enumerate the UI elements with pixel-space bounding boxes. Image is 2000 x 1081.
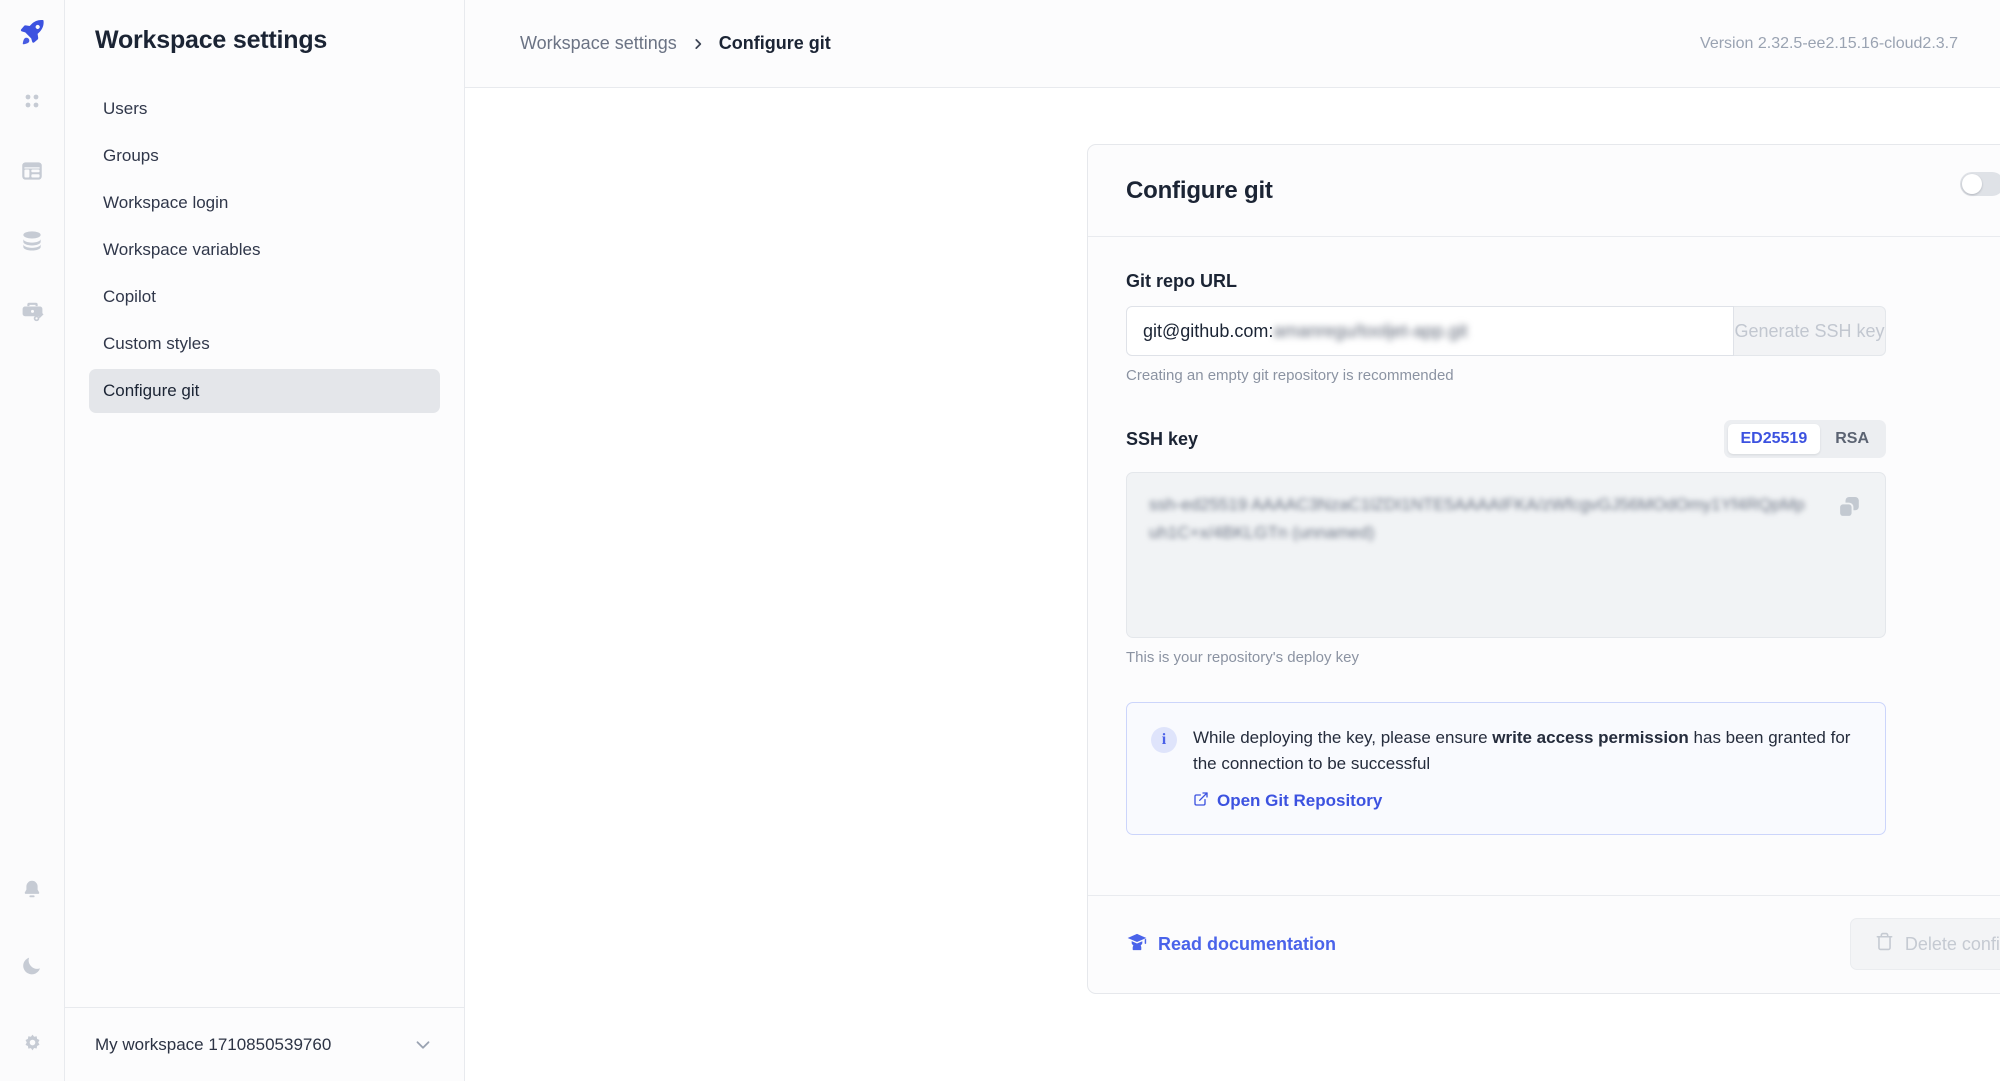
open-git-repository-link[interactable]: Open Git Repository [1193,791,1861,812]
sidebar-item-groups[interactable]: Groups [89,134,440,178]
ssh-key-type-rsa[interactable]: RSA [1822,424,1882,454]
info-content: While deploying the key, please ensure w… [1193,725,1861,812]
external-link-icon [1193,791,1209,812]
git-repo-url-input[interactable]: git@github.com:amanregu/tooljet-app.git [1126,306,1734,356]
card-footer: Read documentation Delete configuration [1088,895,2000,993]
ssh-key-type-segmented: ED25519 RSA [1724,420,1887,458]
read-documentation-label: Read documentation [1158,934,1336,955]
card-header: Configure git Connect Enable it to sync … [1088,145,2000,237]
rocket-icon[interactable] [15,14,49,48]
main-area: Workspace settings Configure git Version… [465,0,2000,1081]
database-icon[interactable] [15,224,49,258]
configure-git-card: Configure git Connect Enable it to sync … [1087,144,2000,994]
delete-configuration-button[interactable]: Delete configuration [1850,918,2000,970]
ssh-key-label: SSH key [1126,429,1198,450]
sidebar-item-label: Configure git [103,381,199,401]
generate-ssh-key-label: Generate SSH key [1734,321,1884,342]
content-area: Configure git Connect Enable it to sync … [465,88,2000,1081]
git-url-visible-part: git@github.com: [1143,321,1273,342]
info-callout: i While deploying the key, please ensure… [1126,702,1886,835]
read-documentation-link[interactable]: Read documentation [1126,931,1336,958]
ssh-key-value: ssh-ed25519 AAAAC3NzaC1lZDI1NTE5AAAAIFKA… [1149,491,1809,547]
info-text-bold: write access permission [1492,728,1689,747]
app-root: Workspace settings Users Groups Workspac… [0,0,2000,1081]
ssh-key-box[interactable]: ssh-ed25519 AAAAC3NzaC1lZDI1NTE5AAAAIFKA… [1126,472,1886,638]
icon-rail [0,0,65,1081]
ssh-key-hint: This is your repository's deploy key [1126,649,2000,666]
sidebar-item-configure-git[interactable]: Configure git [89,369,440,413]
ssh-key-type-ed25519[interactable]: ED25519 [1728,424,1821,454]
topbar: Workspace settings Configure git Version… [465,0,2000,88]
ssh-key-type-label: ED25519 [1741,430,1808,448]
connect-control: Connect Enable it to sync data within ap… [1960,164,2000,218]
sidebar-item-workspace-variables[interactable]: Workspace variables [89,228,440,272]
ssh-key-type-label: RSA [1835,430,1869,448]
delete-configuration-label: Delete configuration [1905,934,2000,955]
copy-icon[interactable] [1835,493,1863,526]
sidebar-item-label: Groups [103,146,159,166]
moon-icon[interactable] [15,949,49,983]
card-body: Git repo URL git@github.com:amanregu/too… [1088,237,2000,895]
breadcrumb-parent[interactable]: Workspace settings [520,33,677,54]
settings-sidebar: Workspace settings Users Groups Workspac… [65,0,465,1081]
info-icon: i [1151,727,1177,753]
breadcrumb: Workspace settings Configure git [520,33,831,54]
info-text: While deploying the key, please ensure w… [1193,725,1861,778]
footer-actions: Delete configuration Finalize setup [1850,918,2000,970]
git-repo-url-row: git@github.com:amanregu/tooljet-app.git … [1126,306,1886,356]
breadcrumb-current: Configure git [719,33,831,54]
apps-grid-icon[interactable] [15,84,49,118]
sidebar-item-label: Users [103,99,147,119]
git-url-redacted-part: amanregu/tooljet-app.git [1273,321,1467,342]
icon-rail-top [15,0,49,328]
dashboard-layout-icon[interactable] [15,154,49,188]
icon-rail-bottom [15,873,49,1081]
workspace-switcher[interactable]: My workspace 1710850539760 [65,1007,464,1081]
gear-icon[interactable] [15,1025,49,1059]
sidebar-item-workspace-login[interactable]: Workspace login [89,181,440,225]
sidebar-nav: Users Groups Workspace login Workspace v… [65,87,464,416]
chevron-down-icon [412,1034,434,1056]
info-text-before: While deploying the key, please ensure [1193,728,1492,747]
git-repo-url-label: Git repo URL [1126,271,2000,292]
trash-icon [1875,932,1894,956]
sidebar-item-label: Custom styles [103,334,210,354]
workspace-name: My workspace 1710850539760 [95,1035,331,1055]
sidebar-title: Workspace settings [65,0,464,55]
toggle-knob [1962,174,1982,194]
sidebar-item-label: Copilot [103,287,156,307]
ssh-key-header: SSH key ED25519 RSA [1126,420,1886,458]
sidebar-item-custom-styles[interactable]: Custom styles [89,322,440,366]
open-git-repository-label: Open Git Repository [1217,791,1382,811]
toolkit-icon[interactable] [15,294,49,328]
graduation-cap-icon [1126,931,1148,958]
connect-toggle[interactable] [1960,172,2000,196]
sidebar-item-users[interactable]: Users [89,87,440,131]
sidebar-spacer [65,416,464,1007]
card-title: Configure git [1126,177,1273,205]
sidebar-item-label: Workspace variables [103,240,260,260]
git-repo-url-hint: Creating an empty git repository is reco… [1126,367,2000,384]
bell-icon[interactable] [15,873,49,907]
chevron-right-icon [691,37,705,51]
generate-ssh-key-button[interactable]: Generate SSH key [1734,306,1886,356]
sidebar-item-copilot[interactable]: Copilot [89,275,440,319]
sidebar-item-label: Workspace login [103,193,228,213]
version-label: Version 2.32.5-ee2.15.16-cloud2.3.7 [1700,35,1958,53]
